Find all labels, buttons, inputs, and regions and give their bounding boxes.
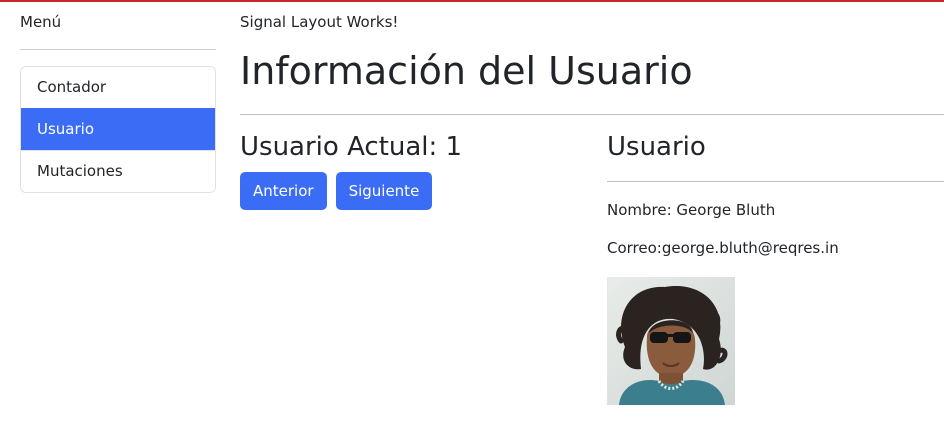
sidebar-item-contador[interactable]: Contador bbox=[21, 67, 215, 108]
sidebar-item-usuario[interactable]: Usuario bbox=[21, 108, 215, 150]
main-content: Signal Layout Works! Información del Usu… bbox=[240, 2, 944, 405]
avatar bbox=[607, 277, 735, 405]
layout-note: Signal Layout Works! bbox=[240, 13, 399, 31]
sidebar-divider bbox=[20, 49, 216, 50]
page-title: Información del Usuario bbox=[240, 49, 693, 93]
nav-buttons: Anterior Siguiente bbox=[240, 172, 580, 210]
sidebar-item-mutaciones[interactable]: Mutaciones bbox=[21, 150, 215, 192]
user-card-divider bbox=[607, 181, 944, 182]
user-card-heading: Usuario bbox=[607, 132, 706, 162]
user-card: Usuario Nombre: George Bluth Correo:geor… bbox=[607, 130, 944, 405]
current-user-label: Usuario Actual: 1 bbox=[240, 132, 463, 162]
sidebar: Menú Contador Usuario Mutaciones bbox=[20, 2, 216, 193]
title-divider bbox=[240, 114, 944, 115]
previous-button[interactable]: Anterior bbox=[240, 172, 327, 210]
user-email: Correo:george.bluth@reqres.in bbox=[607, 239, 839, 257]
next-button[interactable]: Siguiente bbox=[335, 172, 433, 210]
user-navigation: Usuario Actual: 1 Anterior Siguiente bbox=[240, 130, 580, 210]
user-name: Nombre: George Bluth bbox=[607, 201, 776, 219]
sidebar-title: Menú bbox=[20, 13, 62, 31]
sidebar-menu: Contador Usuario Mutaciones bbox=[20, 66, 216, 193]
